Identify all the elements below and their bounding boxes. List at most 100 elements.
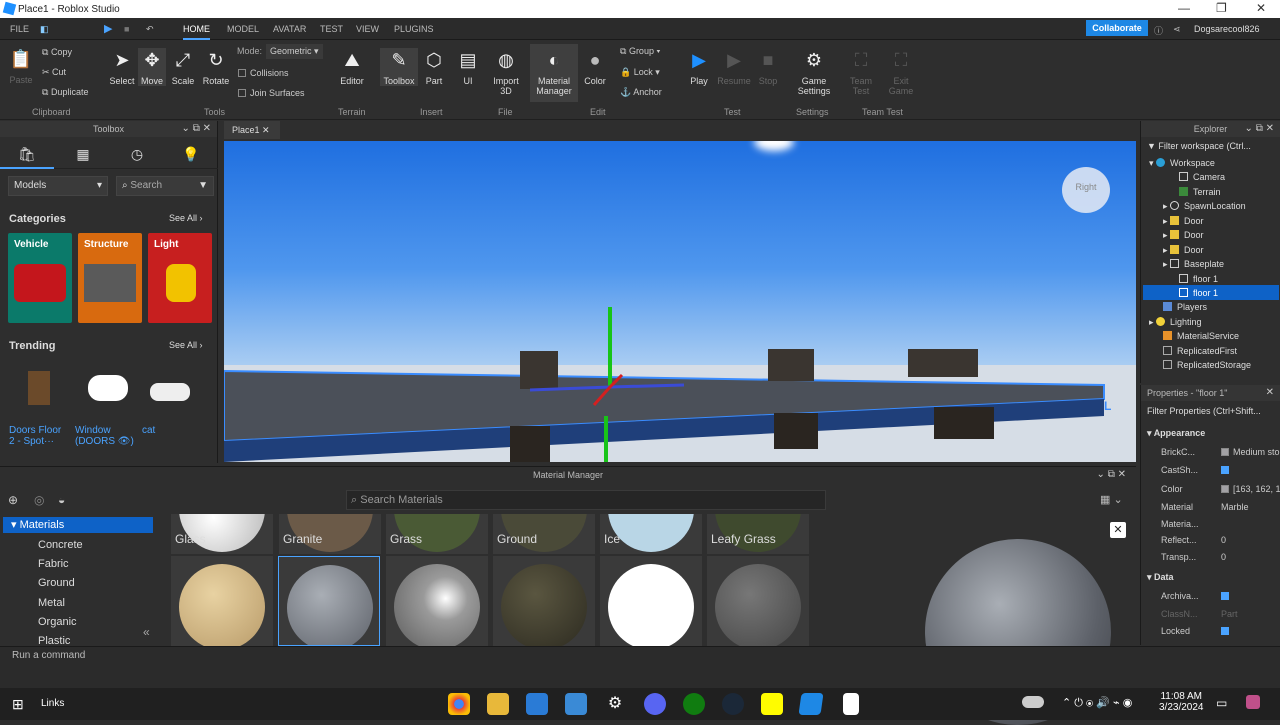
join-surfaces-toggle[interactable]: Join Surfaces [238, 88, 305, 98]
material-tile-pavement[interactable] [707, 556, 809, 646]
collaborate-button[interactable]: Collaborate [1086, 20, 1148, 36]
material-category-concrete[interactable]: Concrete [38, 539, 83, 551]
exit-game-button[interactable]: ⛶ Exit Game [886, 48, 916, 97]
tree-spawnlocation[interactable]: ▸ SpawnLocation [1163, 201, 1246, 212]
material-category-organic[interactable]: Organic [38, 616, 77, 628]
tab-place1[interactable]: Place1 ✕ [224, 121, 280, 139]
part-button[interactable]: ⬡ Part [420, 48, 448, 87]
trend-item-label[interactable]: Doors Floor 2 - Spot··· [9, 425, 71, 447]
materials-tree-root[interactable]: ▾ Materials [3, 517, 153, 533]
team-test-button[interactable]: ⛶ Team Test [846, 48, 876, 97]
prop-row-brickcolor[interactable]: BrickC... Medium sto [1141, 444, 1280, 461]
prop-row-archivable[interactable]: Archiva... [1141, 588, 1280, 605]
tray-icons[interactable]: ⌃ ⏻ ⦿ 🔊 ⌁ ◉ [1062, 696, 1132, 710]
tree-door[interactable]: ▸ Door [1163, 230, 1204, 241]
undo-icon[interactable]: ◧ [40, 24, 49, 35]
resume-button[interactable]: ▶ Resume [716, 48, 752, 87]
notepad-icon[interactable] [843, 693, 859, 715]
maximize-icon[interactable]: ❐ [1216, 1, 1227, 15]
material-category-metal[interactable]: Metal [38, 597, 65, 609]
material-tile-marble-selected[interactable] [278, 556, 380, 646]
trend-thumb-doors-floor[interactable] [28, 371, 50, 405]
paint-bucket-icon[interactable]: ◒ [58, 493, 65, 507]
properties-filter-input[interactable]: Filter Properties (Ctrl+Shift... [1147, 406, 1261, 416]
category-vehicle[interactable]: Vehicle [8, 233, 72, 323]
color-button[interactable]: ● Color [580, 48, 610, 87]
prop-row-material[interactable]: Material Marble [1141, 499, 1280, 516]
username[interactable]: Dogsarecool826 [1194, 24, 1260, 34]
toolbox-button[interactable]: ✎ Toolbox [380, 48, 418, 86]
share-icon[interactable]: ⋖ [1173, 24, 1181, 35]
category-structure[interactable]: Structure [78, 233, 142, 323]
menu-home[interactable]: HOME [183, 24, 210, 40]
prop-row-locked[interactable]: Locked [1141, 623, 1280, 640]
material-tile-ground[interactable]: Ground [493, 514, 595, 554]
undo-arrow-icon[interactable]: ↶ [146, 24, 154, 35]
marketplace-tab-icon[interactable]: 🛍 [0, 139, 54, 169]
tree-workspace[interactable]: ▾ Workspace [1149, 158, 1215, 169]
tree-baseplate[interactable]: ▸ Baseplate [1163, 259, 1224, 270]
rotate-tool-button[interactable]: ↻ Rotate [200, 48, 232, 87]
trend-item-label[interactable]: Window (DOORS 👁) [75, 425, 137, 447]
add-material-icon[interactable]: ⊕ [8, 493, 18, 507]
move-tool-button[interactable]: ✥ Move [138, 48, 166, 86]
material-tile-neon[interactable] [600, 556, 702, 646]
file-explorer-icon[interactable] [487, 693, 509, 715]
links-toolbar[interactable]: Links [41, 698, 64, 709]
material-category-fabric[interactable]: Fabric [38, 558, 69, 570]
minimize-icon[interactable]: — [1178, 1, 1190, 15]
group-button[interactable]: ⧉ Group ▾ [620, 46, 660, 57]
play-button[interactable]: ▶ Play [684, 48, 714, 87]
tree-players[interactable]: Players [1163, 302, 1207, 312]
notifications-icon[interactable]: ▭ [1216, 696, 1227, 710]
play-small-icon[interactable]: ▶ [104, 22, 112, 35]
close-preview-icon[interactable]: ✕ [1110, 522, 1126, 538]
stop-small-icon[interactable]: ■ [124, 24, 129, 34]
menu-avatar[interactable]: AVATAR [273, 24, 306, 34]
onedrive-icon[interactable] [1022, 696, 1044, 708]
steam-icon[interactable] [722, 693, 744, 715]
collisions-toggle[interactable]: Collisions [238, 68, 289, 78]
select-tool-button[interactable]: ➤ Select [108, 48, 136, 87]
material-tile-grass[interactable]: Grass [386, 514, 488, 554]
tree-floor1[interactable]: floor 1 [1179, 274, 1218, 284]
tree-door[interactable]: ▸ Door [1163, 216, 1204, 227]
material-tile-glass[interactable]: Glass [171, 514, 273, 554]
copy-button[interactable]: ⧉ Copy [42, 47, 72, 58]
ui-button[interactable]: ▤ UI [454, 48, 482, 87]
mode-dropdown[interactable]: Geometric ▾ [266, 44, 323, 59]
close-icon[interactable]: ✕ [1256, 1, 1266, 15]
prop-row-castshadow[interactable]: CastSh... [1141, 462, 1280, 479]
paste-button[interactable]: 📋 Paste [6, 47, 36, 86]
material-category-ground[interactable]: Ground [38, 577, 75, 589]
panel-controls-icon[interactable]: ⌄ ⧉ ✕ [1245, 121, 1274, 137]
category-dropdown[interactable]: Models ▾ [8, 176, 108, 196]
roblox-studio-icon[interactable] [798, 693, 824, 715]
cut-button[interactable]: ✂ Cut [42, 67, 66, 78]
tree-floor1-selected[interactable]: floor 1 [1179, 288, 1218, 298]
snapchat-icon[interactable] [761, 693, 783, 715]
material-tile-ice[interactable]: Ice [600, 514, 702, 554]
explorer-filter-input[interactable]: ▼ Filter workspace (Ctrl... [1147, 141, 1251, 151]
categories-see-all[interactable]: See All › [169, 213, 203, 223]
command-input[interactable]: Run a command [12, 650, 85, 661]
scale-tool-button[interactable]: ⤢ Scale [168, 48, 198, 87]
discord-icon[interactable] [644, 693, 666, 715]
material-tile-limestone[interactable] [171, 556, 273, 646]
location-icon[interactable]: ◎ [34, 493, 44, 507]
menu-view[interactable]: VIEW [356, 24, 379, 34]
recent-tab-icon[interactable]: ◷ [110, 139, 164, 169]
game-settings-button[interactable]: ⚙ Game Settings [794, 48, 834, 97]
xbox-icon[interactable] [683, 693, 705, 715]
material-manager-button[interactable]: ◐ Material Manager [530, 44, 578, 102]
prop-row-transparency[interactable]: Transp... 0 [1141, 549, 1280, 566]
menu-plugins[interactable]: PLUGINS [394, 24, 434, 34]
windows-start-icon[interactable]: ⊞ [12, 696, 24, 713]
app-tray-icon[interactable] [1246, 695, 1260, 709]
store-icon[interactable] [565, 693, 587, 715]
trend-item-label[interactable]: cat [142, 425, 204, 436]
filter-icon[interactable]: ▼ [198, 177, 208, 195]
terrain-editor-button[interactable]: ⛰ Editor [336, 48, 368, 87]
data-section[interactable]: ▾ Data [1147, 572, 1174, 583]
material-tile-metal[interactable] [386, 556, 488, 646]
